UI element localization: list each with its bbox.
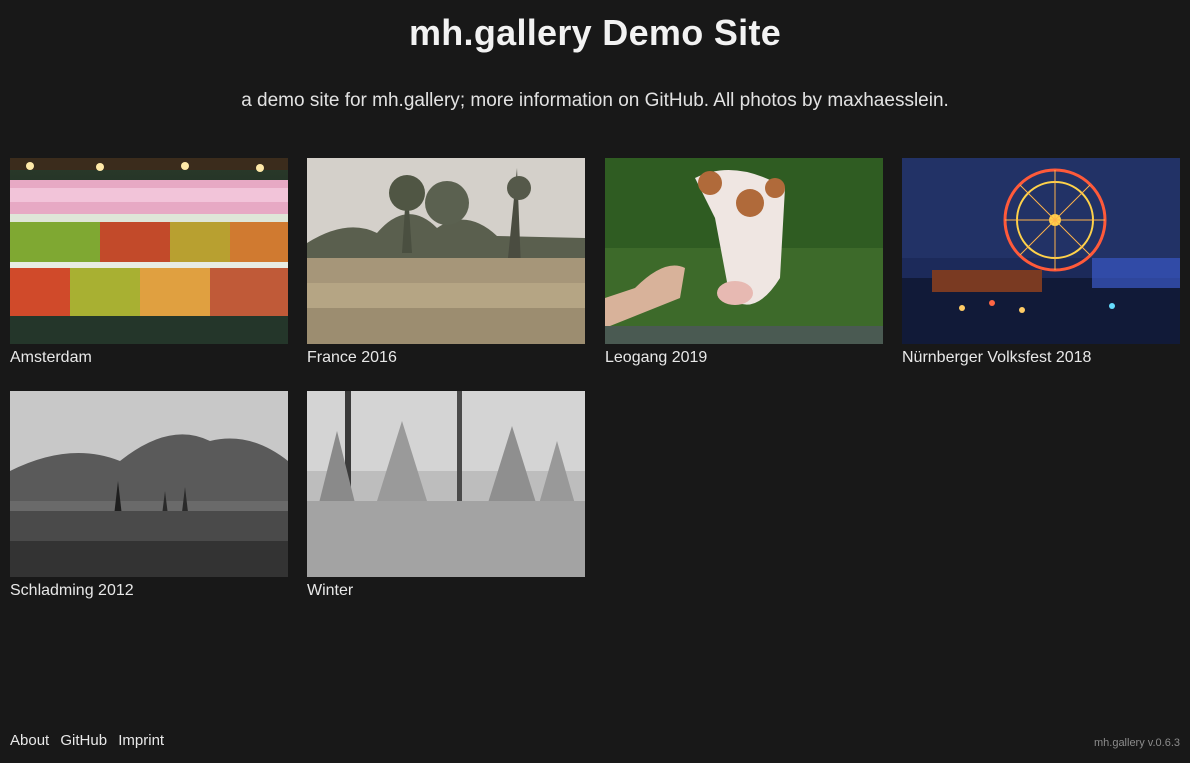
subtitle-text-post: . <box>943 90 949 111</box>
subtitle-text-mid: ; more information on <box>459 90 645 111</box>
github-link[interactable]: GitHub <box>645 90 704 111</box>
gallery-thumbnail-france-2016[interactable] <box>307 158 585 344</box>
footer-nav: About GitHub Imprint <box>10 732 171 749</box>
site-description: a demo site for mh.gallery; more informa… <box>0 90 1190 112</box>
gallery-title-nuernberger-volksfest-2018[interactable]: Nürnberger Volksfest 2018 <box>902 349 1180 367</box>
gallery-thumbnail-nuernberger-volksfest-2018[interactable] <box>902 158 1180 344</box>
subtitle-text-mid2: . All photos by <box>703 90 828 111</box>
gallery-card-nuernberger-volksfest-2018[interactable]: Nürnberger Volksfest 2018 <box>902 158 1180 367</box>
ferris-wheel-night-photo <box>902 158 1180 344</box>
snowy-forest-photo <box>307 391 585 577</box>
gallery-title-amsterdam[interactable]: Amsterdam <box>10 349 288 367</box>
footer-link-imprint[interactable]: Imprint <box>118 732 164 749</box>
gallery-title-winter[interactable]: Winter <box>307 582 585 600</box>
gallery-thumbnail-winter[interactable] <box>307 391 585 577</box>
macaron-display-photo <box>10 158 288 344</box>
gallery-card-amsterdam[interactable]: Amsterdam <box>10 158 288 367</box>
gallery-title-schladming-2012[interactable]: Schladming 2012 <box>10 582 288 600</box>
gallery-title-leogang-2019[interactable]: Leogang 2019 <box>605 349 883 367</box>
cow-being-fed-photo <box>605 158 883 344</box>
version-label: mh.gallery v.0.6.3 <box>1093 737 1180 749</box>
gallery-card-winter[interactable]: Winter <box>307 391 585 600</box>
gallery-card-leogang-2019[interactable]: Leogang 2019 <box>605 158 883 367</box>
subtitle-text-pre: a demo site for <box>241 90 373 111</box>
gallery-thumbnail-schladming-2012[interactable] <box>10 391 288 577</box>
mountain-meadow-bw-photo <box>10 391 288 577</box>
gallery-card-schladming-2012[interactable]: Schladming 2012 <box>10 391 288 600</box>
footer-link-about[interactable]: About <box>10 732 49 749</box>
site-title: mh.gallery Demo Site <box>408 12 782 53</box>
footer-link-github[interactable]: GitHub <box>60 732 107 749</box>
gallery-thumbnail-leogang-2019[interactable] <box>605 158 883 344</box>
gallery-title-france-2016[interactable]: France 2016 <box>307 349 585 367</box>
grassland-trees-photo <box>307 158 585 344</box>
author-link[interactable]: maxhaesslein <box>827 90 943 111</box>
gallery-thumbnail-amsterdam[interactable] <box>10 158 288 344</box>
mhgallery-link[interactable]: mh.gallery <box>372 90 460 111</box>
gallery-card-france-2016[interactable]: France 2016 <box>307 158 585 367</box>
